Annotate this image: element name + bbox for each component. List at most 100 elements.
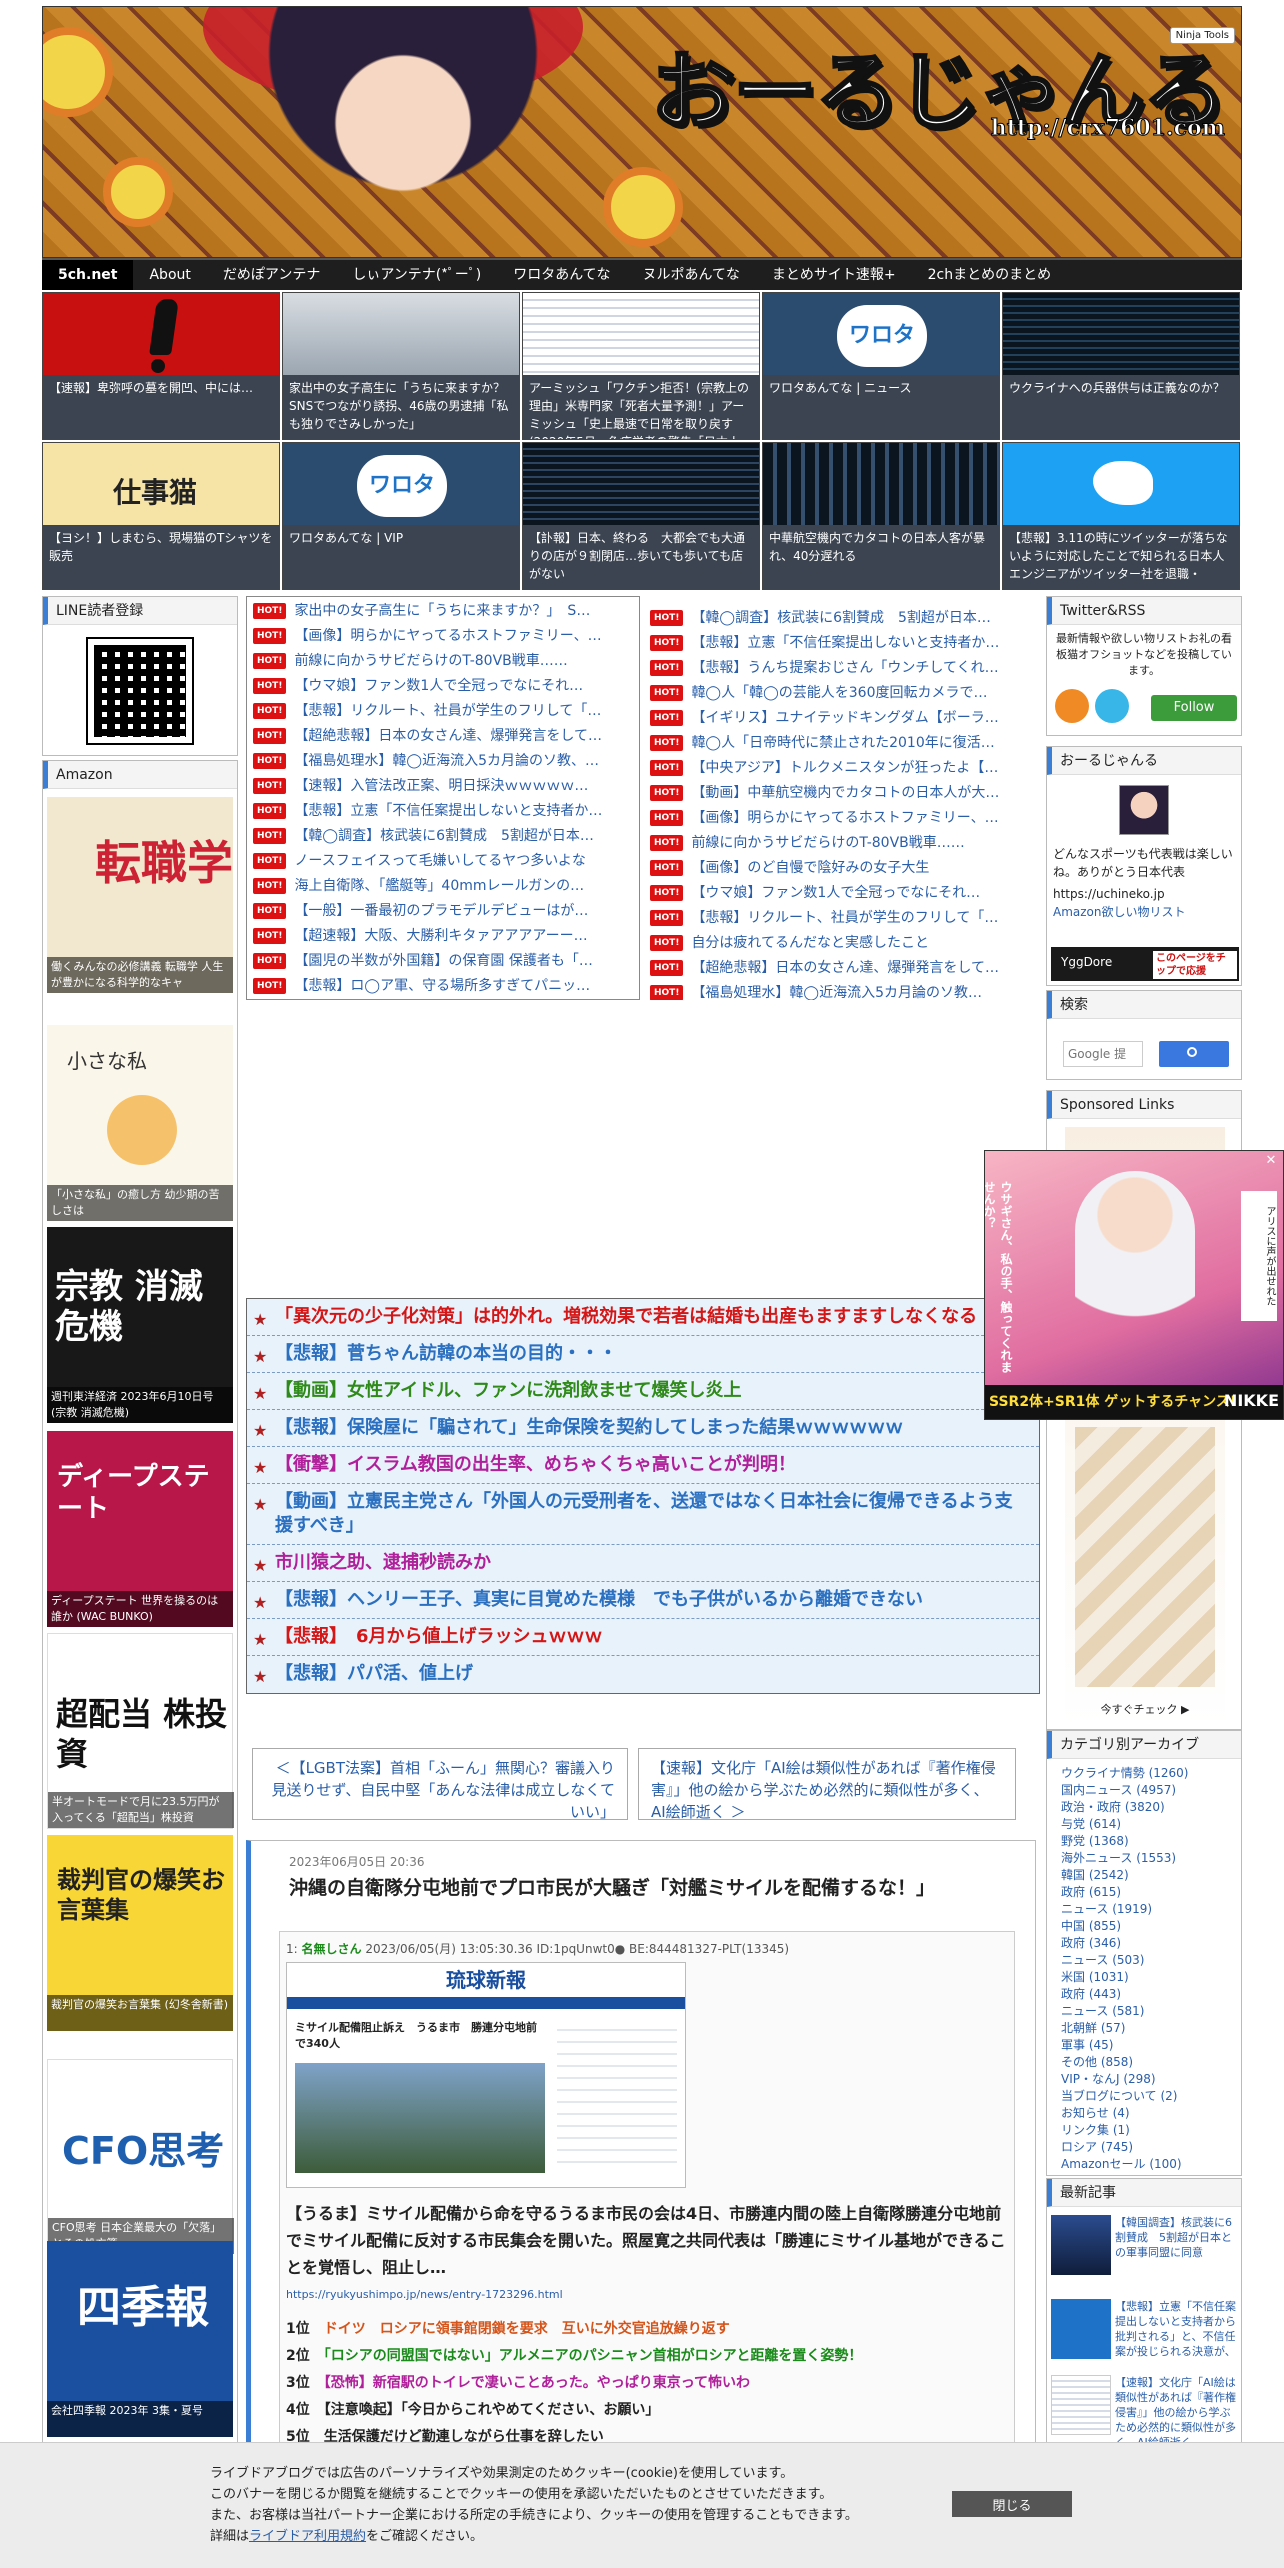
- nav-link[interactable]: ヌルポあんてな: [627, 260, 756, 290]
- thumb-card[interactable]: 【悲報】3.11の時にツイッターが落ちないように対応したことで知られる日本人エン…: [1002, 442, 1240, 590]
- line-qr-code[interactable]: [86, 637, 194, 745]
- category-link[interactable]: 与党 (614): [1061, 1816, 1241, 1833]
- book-cover[interactable]: 宗教 消滅危機 週刊東洋経済 2023年6月10日号 (宗教 消滅危機): [47, 1227, 233, 1423]
- category-link[interactable]: リンク集 (1): [1061, 2122, 1241, 2139]
- category-link[interactable]: 中国 (855): [1061, 1918, 1241, 1935]
- category-link[interactable]: 海外ニュース (1553): [1061, 1850, 1241, 1867]
- search-input[interactable]: [1063, 1041, 1143, 1067]
- nav-link[interactable]: 5ch.net: [42, 260, 134, 290]
- feed-item[interactable]: HOT! ノースフェイスって毛嫌いしてるヤつ多いよな: [247, 849, 639, 874]
- related-row[interactable]: 3位 【恐怖】新宿駅のトイレで凄いことあった。やっぱり東京って怖いわ: [286, 2370, 1006, 2397]
- nav-link[interactable]: About: [133, 260, 206, 290]
- terms-link[interactable]: ライブドア利用規約: [249, 2529, 366, 2544]
- ranking-row[interactable]: ★ 【衝撃】イスラム教国の出生率、めちゃくちゃ高いことが判明！: [247, 1447, 1039, 1484]
- thumb-card[interactable]: アーミッシュ「ワクチン拒否！(宗教上の理由」米専門家「死者大量予測！」アーミッシ…: [522, 292, 760, 440]
- feed-item[interactable]: HOT! 【福島処理水】韓◯近海流入5カ月論のソ教、…: [247, 749, 639, 774]
- category-link[interactable]: 軍事 (45): [1061, 2037, 1241, 2054]
- category-link[interactable]: 北朝鮮 (57): [1061, 2020, 1241, 2037]
- feed-item[interactable]: HOT! 【悲報】ロ◯ア軍、守る場所多すぎてパニッ…: [247, 974, 639, 999]
- recent-link[interactable]: 【速報】文化庁「AI絵は類似性があれば『著作権侵害』」他の絵から学ぶため必然的に…: [1115, 2375, 1239, 2450]
- follow-button[interactable]: Follow: [1151, 695, 1237, 721]
- category-link[interactable]: お知らせ (4): [1061, 2105, 1241, 2122]
- rss-icon[interactable]: [1055, 689, 1089, 723]
- feed-item[interactable]: HOT! 【ウマ娘】ファン数1人で全冠っでなにそれ…: [644, 881, 1026, 906]
- ranking-row[interactable]: ★ 【悲報】ヘンリー王子、真実に目覚めた模様 でも子供がいるから離婚できない: [247, 1582, 1039, 1619]
- thumb-card[interactable]: 【訃報】日本、終わる 大都会でも大通りの店が９割閉店…歩いても歩いても店がない: [522, 442, 760, 590]
- cookie-close-button[interactable]: 閉じる: [952, 2491, 1072, 2517]
- thumb-card[interactable]: 家出中の女子高生に「うちに来ますか？ SNSでつながり誘拐、46歳の男逮捕「私も…: [282, 292, 520, 440]
- thumb-card[interactable]: 仕事猫 【ヨシ！】しまむら、現場猫のTシャツを販売: [42, 442, 280, 590]
- article-title[interactable]: 沖縄の自衛隊分屯地前でプロ市民が大騒ぎ「対艦ミサイルを配備するな！」: [289, 1873, 935, 1900]
- category-link[interactable]: 政府 (615): [1061, 1884, 1241, 1901]
- feed-item[interactable]: HOT! 【超絶悲報】日本の女さん達、爆弾発言をして…: [247, 724, 639, 749]
- feed-item[interactable]: HOT! 家出中の女子高生に「うちに来ますか？」 S…: [247, 599, 639, 624]
- thumb-card[interactable]: ウクライナへの兵器供与は正義なのか？: [1002, 292, 1240, 440]
- nav-link[interactable]: ワロタあんてな: [497, 260, 626, 290]
- category-link[interactable]: ニュース (1919): [1061, 1901, 1241, 1918]
- thumb-card[interactable]: 中華航空機内でカタコトの日本人客が暴れ、40分遅れる: [762, 442, 1000, 590]
- search-button[interactable]: [1159, 1041, 1229, 1067]
- category-link[interactable]: ニュース (503): [1061, 1952, 1241, 1969]
- book-cover[interactable]: 転職学 働くみんなの必修講義 転職学 人生が豊かになる科学的なキャ: [47, 797, 233, 993]
- feed-item[interactable]: HOT! 【画像】のど自慢で陰好みの女子大生: [644, 856, 1026, 881]
- category-link[interactable]: 政府 (443): [1061, 1986, 1241, 2003]
- ranking-row[interactable]: ★ 【悲報】 6月から値上げラッシュｗｗｗ: [247, 1619, 1039, 1656]
- ranking-row[interactable]: ★ 市川猿之助、逮捕秒読みか: [247, 1545, 1039, 1582]
- category-link[interactable]: VIP・なんJ (298): [1061, 2071, 1241, 2088]
- ranking-row[interactable]: ★ 【悲報】保険屋に「騙されて」生命保険を契約してしまった結果ｗｗｗｗｗｗ: [247, 1410, 1039, 1447]
- next-article-link[interactable]: 【速報】文化庁「AI絵は類似性があれば『著作権侵害』」他の絵から学ぶため必然的に…: [638, 1748, 1016, 1821]
- feed-item[interactable]: HOT! 【速報】入管法改正案、明日採決ｗｗｗｗｗ…: [247, 774, 639, 799]
- nav-link[interactable]: 2chまとめのまとめ: [912, 260, 1067, 290]
- feed-item[interactable]: HOT! 【悲報】立憲「不信任案提出しないと支持者か…: [247, 799, 639, 824]
- related-row[interactable]: 1位 ドイツ ロシアに領事館閉鎖を要求 互いに外交官追放繰り返す: [286, 2316, 1006, 2343]
- prev-article-link[interactable]: ＜【LGBT法案】首相「ふーん」無関心？審議入り見送りせず、自民中堅「あんな法律…: [252, 1748, 628, 1821]
- feed-item[interactable]: HOT! 【画像】明らかにヤってるホストファミリー、…: [644, 806, 1026, 831]
- category-link[interactable]: 野党 (1368): [1061, 1833, 1241, 1850]
- feed-item[interactable]: HOT! 【悲報】リクルート、社員が学生のフリして「…: [247, 699, 639, 724]
- source-link[interactable]: https://ryukyushimpo.jp/news/entry-17232…: [286, 2288, 563, 2301]
- news-screenshot[interactable]: 琉球新報 ミサイル配備阻止訴え うるま市 勝連分屯地前で340人: [286, 1962, 686, 2188]
- thumb-card[interactable]: 【速報】卑弥呼の墓を開凹、中には…: [42, 292, 280, 440]
- book-cover[interactable]: CFO思考 CFO思考 日本企業最大の「欠落」とその処方箋: [47, 2059, 234, 2255]
- feed-item[interactable]: HOT! 韓◯人「日帝時代に禁止された2010年に復活…: [644, 731, 1026, 756]
- feed-item[interactable]: HOT! 【ウマ娘】ファン数1人で全冠っでなにそれ…: [247, 674, 639, 699]
- feed-item[interactable]: HOT! 【中央アジア】トルクメニスタンが狂ったよ【…: [644, 756, 1026, 781]
- category-link[interactable]: ニュース (581): [1061, 2003, 1241, 2020]
- close-icon[interactable]: ✕: [1263, 1153, 1279, 1169]
- feed-item[interactable]: HOT! 【画像】明らかにヤってるホストファミリー、…: [247, 624, 639, 649]
- ranking-row[interactable]: ★ 【悲報】菅ちゃん訪韓の本当の目的・・・: [247, 1336, 1039, 1373]
- feed-item[interactable]: HOT! 【一般】一番最初のプラモデルデビューはが…: [247, 899, 639, 924]
- feed-item[interactable]: HOT! 【韓◯調査】核武装に6割賛成 5割超が日本…: [247, 824, 639, 849]
- feed-item[interactable]: HOT! 【福島処理水】韓◯近海流入5カ月論のソ教…: [644, 981, 1026, 1000]
- feed-item[interactable]: HOT! 【超速報】大阪、大勝利キタァアアアアーー…: [247, 924, 639, 949]
- category-link[interactable]: 政府 (346): [1061, 1935, 1241, 1952]
- category-link[interactable]: 政治・政府 (3820): [1061, 1799, 1241, 1816]
- recent-link[interactable]: 【悲報】立憲「不信任案提出しないと支持者から批判される」と、不信任案が投じられる…: [1115, 2299, 1239, 2359]
- feed-item[interactable]: HOT! 前線に向かうサビだらけのT-80VB戦車……: [247, 649, 639, 674]
- feed-item[interactable]: HOT! 韓◯人「韓◯の芸能人を360度回転カメラで…: [644, 681, 1026, 706]
- nav-link[interactable]: しぃアンテナ(*ﾟーﾟ): [336, 260, 497, 290]
- feed-item[interactable]: HOT! 【イギリス】ユナイテッドキングダム【ボーラ…: [644, 706, 1026, 731]
- related-row[interactable]: 4位 【注意喚起】「今日からこれやめてください、お願い」: [286, 2397, 1006, 2424]
- ranking-row[interactable]: ★ 【動画】立憲民主党さん「外国人の元受刑者を、送還ではなく日本社会に復帰できるよ…: [247, 1484, 1039, 1545]
- thumb-card[interactable]: ワロタ ワロタあんてな | VIP: [282, 442, 520, 590]
- feed-item[interactable]: HOT! 【悲報】立憲「不信任案提出しないと支持者か…: [644, 631, 1026, 656]
- recent-thumb[interactable]: [1051, 2299, 1111, 2359]
- profile-link[interactable]: https://uchineko.jp: [1047, 881, 1241, 901]
- recent-thumb[interactable]: [1051, 2375, 1111, 2435]
- book-cover[interactable]: 裁判官の爆笑お言葉集 裁判官の爆笑お言葉集 (幻冬舎新書): [47, 1835, 233, 2031]
- feed-item[interactable]: HOT! 海上自衛隊、「艦艇等」40mmレールガンの…: [247, 874, 639, 899]
- ranking-row[interactable]: ★ 【悲報】パパ活、値上げ: [247, 1656, 1039, 1693]
- book-cover[interactable]: ディープステート ディープステート 世界を操るのは誰か (WAC BUNKO): [47, 1431, 233, 1627]
- nav-link[interactable]: まとめサイト速報+: [756, 260, 912, 290]
- livedoor-reader-icon[interactable]: [1095, 689, 1129, 723]
- book-cover[interactable]: 小さな私 「小さな私」の癒し方 幼少期の苦しさは: [47, 1025, 233, 1221]
- category-link[interactable]: 米国 (1031): [1061, 1969, 1241, 1986]
- feed-item[interactable]: HOT! 前線に向かうサビだらけのT-80VB戦車……: [644, 831, 1026, 856]
- category-link[interactable]: 国内ニュース (4957): [1061, 1782, 1241, 1799]
- feed-item[interactable]: HOT! 自分は疲れてるんだなと実感したこと: [644, 931, 1026, 956]
- amazon-wishlist-link[interactable]: Amazon欲しい物リスト: [1047, 901, 1241, 922]
- category-link[interactable]: 当ブログについて (2): [1061, 2088, 1241, 2105]
- thumb-card[interactable]: ワロタ ワロタあんてな | ニュース: [762, 292, 1000, 440]
- feed-item[interactable]: HOT! 【悲報】リクルート、社員が学生のフリして「…: [644, 906, 1026, 931]
